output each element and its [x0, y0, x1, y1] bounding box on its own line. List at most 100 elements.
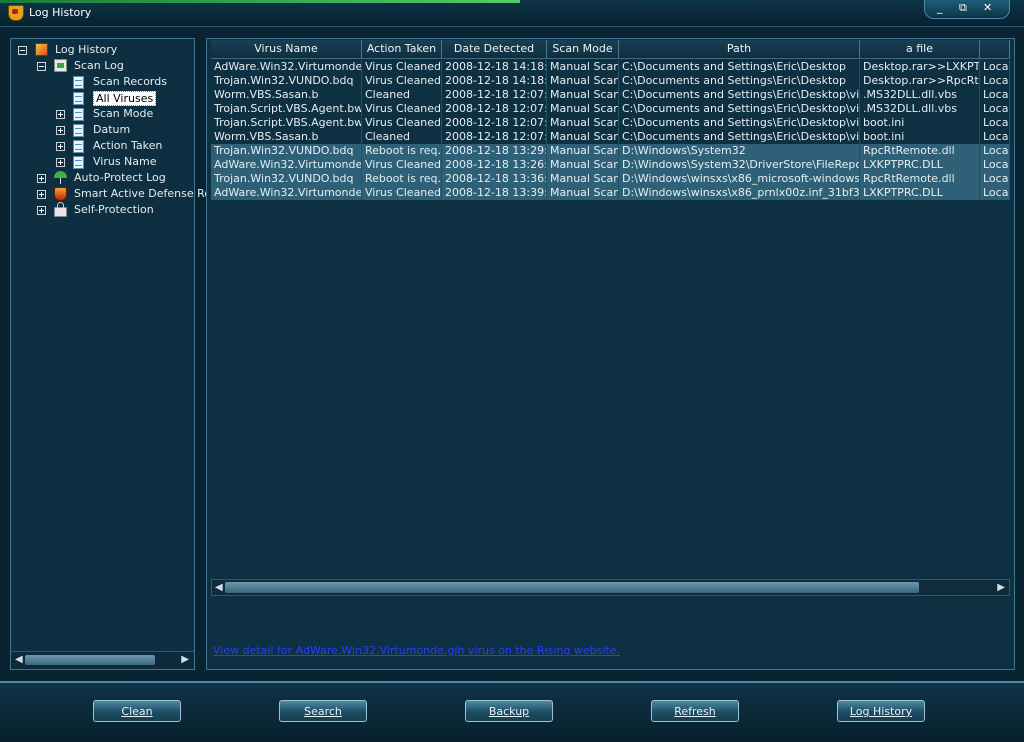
table-cell: RpcRtRemote.dll [860, 144, 980, 158]
expand-icon[interactable] [37, 174, 46, 183]
table-cell: 2008-12-18 13:26:57 [442, 158, 547, 172]
table-row[interactable]: AdWare.Win32.Virtumonde.gjhVirus Cleaned… [211, 158, 1010, 172]
table-cell: Reboot is req... [362, 144, 442, 158]
table-cell: Worm.VBS.Sasan.b [211, 130, 362, 144]
log-history-button[interactable]: Log History [837, 700, 925, 722]
table-cell: Virus Cleaned [362, 158, 442, 172]
document-icon [73, 124, 84, 137]
scroll-right-icon[interactable]: ▶ [181, 654, 189, 665]
table-cell: 2008-12-18 13:29:15 [442, 144, 547, 158]
refresh-button[interactable]: Refresh [651, 700, 739, 722]
expand-icon[interactable] [56, 110, 65, 119]
backup-button[interactable]: Backup [465, 700, 553, 722]
scroll-left-icon[interactable]: ◀ [15, 654, 23, 665]
table-cell: C:\Documents and Settings\Eric\Desktop\v… [619, 102, 860, 116]
tree-item-label[interactable]: Scan Mode [93, 106, 153, 122]
table-row[interactable]: Worm.VBS.Sasan.b Cleaned 2008-12-18 12:07:… [211, 88, 1010, 102]
restore-icon[interactable]: ⧉ [959, 1, 967, 15]
minimize-icon[interactable]: _ [937, 1, 943, 14]
tree-item-label[interactable]: Virus Name [93, 154, 157, 170]
tree-item-label[interactable]: Auto-Protect Log [74, 170, 166, 186]
window-title: Log History [29, 6, 92, 19]
table-row[interactable]: Trojan.Win32.VUNDO.bdq Reboot is req... 20… [211, 172, 1010, 186]
scroll-right-icon[interactable]: ▶ [997, 582, 1005, 593]
table-cell: AdWare.Win32.Virtumonde.gjh [211, 60, 362, 74]
table-cell: Virus Cleaned [362, 74, 442, 88]
search-button[interactable]: Search [279, 700, 367, 722]
clean-button[interactable]: Clean [93, 700, 181, 722]
table-cell: Trojan.Script.VBS.Agent.bw [211, 102, 362, 116]
log-tree-panel: Log History Scan Log Scan Records All Virus… [10, 38, 211, 670]
close-icon[interactable]: ✕ [983, 1, 992, 14]
document-icon [73, 140, 84, 153]
table-cell: Local [980, 158, 1010, 172]
column-header[interactable] [980, 40, 1010, 58]
table-cell: D:\Windows\winsxs\x86_prnlx00z.inf_31bf3… [619, 186, 860, 200]
table-cell: Local [980, 144, 1010, 158]
table-cell: Desktop.rar>>RpcRtR... [860, 74, 980, 88]
table-row[interactable]: AdWare.Win32.Virtumonde.gjhVirus Cleaned… [211, 186, 1010, 200]
column-header[interactable]: Virus Name [211, 40, 362, 58]
table-row[interactable]: Trojan.Win32.VUNDO.bdq Virus Cleaned 2008-… [211, 74, 1010, 88]
table-cell: Trojan.Script.VBS.Agent.bw [211, 116, 362, 130]
table-cell: .MS32DLL.dll.vbs [860, 102, 980, 116]
shield-icon [54, 187, 67, 201]
table-cell: Manual Scan [547, 130, 619, 144]
virus-detail-link[interactable]: View detail for AdWare.Win32.Virtumonde.… [213, 644, 620, 657]
collapse-icon[interactable] [18, 46, 27, 55]
tree-item-label[interactable]: Log History [55, 42, 117, 58]
table-row[interactable]: Trojan.Script.VBS.Agent.bw Virus Cleaned 2… [211, 102, 1010, 116]
expand-icon[interactable] [56, 142, 65, 151]
tree-item-label[interactable]: Datum [93, 122, 130, 138]
table-cell: Desktop.rar>>LXKPT... [860, 60, 980, 74]
table-cell: Local [980, 172, 1010, 186]
table-cell: Local [980, 74, 1010, 88]
table-cell: LXKPTPRC.DLL [860, 186, 980, 200]
tree-item-label[interactable]: Self-Protection [74, 202, 154, 218]
table-cell: Manual Scan [547, 172, 619, 186]
table-row[interactable]: Trojan.Win32.VUNDO.bdq Reboot is req... 20… [211, 144, 1010, 158]
tree-item-label[interactable]: All Viruses [93, 91, 157, 106]
tree-item-label[interactable]: Smart Active Defense Re [74, 186, 211, 202]
table-row[interactable]: Worm.VBS.Sasan.b Cleaned 2008-12-18 12:07:… [211, 130, 1010, 144]
scroll-left-icon[interactable]: ◀ [215, 582, 223, 593]
table-cell: Manual Scan [547, 158, 619, 172]
expand-icon[interactable] [56, 158, 65, 167]
tree-item-label[interactable]: Scan Log [74, 58, 124, 74]
table-cell: Virus Cleaned [362, 186, 442, 200]
table-cell: boot.ini [860, 116, 980, 130]
table-row[interactable]: Trojan.Script.VBS.Agent.bw Virus Cleaned 2… [211, 116, 1010, 130]
table-cell: Manual Scan [547, 60, 619, 74]
tree-item-label[interactable]: Action Taken [93, 138, 162, 154]
table-cell: 2008-12-18 12:07:10 [442, 102, 547, 116]
table-horizontal-scrollbar[interactable]: ◀ ▶ [211, 579, 1010, 596]
table-cell: Virus Cleaned [362, 102, 442, 116]
expand-icon[interactable] [37, 206, 46, 215]
app-logo-icon [8, 5, 24, 21]
column-header[interactable]: a file [860, 40, 980, 58]
expand-icon[interactable] [37, 190, 46, 199]
table-row[interactable]: AdWare.Win32.Virtumonde.gjhVirus Cleaned… [211, 60, 1010, 74]
scan-log-icon [54, 59, 67, 72]
table-cell: RpcRtRemote.dll [860, 172, 980, 186]
tree-item-label[interactable]: Scan Records [93, 74, 167, 90]
table-cell: Worm.VBS.Sasan.b [211, 88, 362, 102]
scrollbar-thumb[interactable] [25, 655, 155, 665]
collapse-icon[interactable] [37, 62, 46, 71]
table-cell: Manual Scan [547, 88, 619, 102]
tree-horizontal-scrollbar[interactable]: ◀ ▶ [11, 651, 194, 669]
scrollbar-thumb[interactable] [225, 582, 919, 593]
table-cell: Reboot is req... [362, 172, 442, 186]
title-accent-strip [0, 0, 520, 3]
action-bar: Clean Search Backup Refresh Log History [0, 681, 1024, 742]
expand-icon[interactable] [56, 126, 65, 135]
table-cell: Cleaned [362, 130, 442, 144]
column-header[interactable]: Scan Mode [547, 40, 619, 58]
document-icon [73, 108, 84, 121]
column-header[interactable]: Action Taken [362, 40, 442, 58]
table-cell: AdWare.Win32.Virtumonde.gjh [211, 158, 362, 172]
column-header[interactable]: Path [619, 40, 860, 58]
table-cell: Virus Cleaned [362, 116, 442, 130]
column-header[interactable]: Date Detected [442, 40, 547, 58]
table-cell: Cleaned [362, 88, 442, 102]
